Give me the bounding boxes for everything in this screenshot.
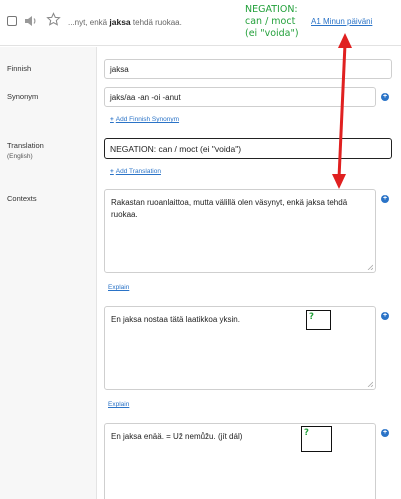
finnish-label: Finnish bbox=[7, 64, 32, 73]
resize-handle-icon[interactable] bbox=[367, 264, 373, 270]
question-marker: ? bbox=[306, 310, 331, 330]
translation-label: Translation (English) bbox=[7, 140, 44, 162]
select-checkbox[interactable] bbox=[7, 16, 17, 26]
synonym-field[interactable]: jaks/aa -an -oi -anut bbox=[104, 87, 376, 107]
lesson-link[interactable]: A1 Minun päiväni bbox=[311, 17, 372, 26]
add-context-plus-icon[interactable]: + bbox=[381, 195, 389, 203]
annotation-line: NEGATION: bbox=[245, 4, 298, 15]
context-snippet: ...nyt, enkä jaksa tehdä ruokaa. bbox=[68, 17, 182, 27]
context-textarea[interactable]: En jaksa enää. = Už nemůžu. (jít dál) bbox=[104, 423, 376, 499]
add-context-plus-icon[interactable]: + bbox=[381, 429, 389, 437]
snippet-prefix: ...nyt, enkä bbox=[68, 18, 108, 27]
translation-label-text: Translation bbox=[7, 141, 44, 150]
label-column bbox=[0, 47, 97, 499]
add-synonym-label: Add Finnish Synonym bbox=[115, 116, 180, 123]
star-icon[interactable] bbox=[46, 12, 61, 27]
translation-field[interactable]: NEGATION: can / moct (ei "voida") bbox=[104, 138, 392, 159]
snippet-suffix: tehdä ruokaa. bbox=[132, 18, 182, 27]
annotation-line: (ei "voida") bbox=[245, 28, 299, 39]
context-text: En jaksa nostaa tätä laatikkoa yksin. bbox=[111, 315, 240, 324]
context-textarea[interactable]: Rakastan ruoanlaittoa, mutta välillä ole… bbox=[104, 189, 376, 273]
explain-link[interactable]: Explain bbox=[108, 284, 129, 291]
add-synonym-plus-icon[interactable]: + bbox=[381, 93, 389, 101]
explain-link[interactable]: Explain bbox=[108, 401, 129, 408]
add-translation-link[interactable]: + Add Translation bbox=[110, 168, 161, 175]
question-marker: ? bbox=[301, 426, 332, 452]
snippet-word: jaksa bbox=[109, 17, 131, 27]
add-translation-label: Add Translation bbox=[115, 168, 161, 175]
add-context-plus-icon[interactable]: + bbox=[381, 312, 389, 320]
word-header: ...nyt, enkä jaksa tehdä ruokaa. NEGATIO… bbox=[0, 0, 401, 46]
context-text: Rakastan ruoanlaittoa, mutta välillä ole… bbox=[111, 198, 348, 219]
contexts-label: Contexts bbox=[7, 194, 37, 203]
resize-handle-icon[interactable] bbox=[367, 381, 373, 387]
speaker-icon[interactable] bbox=[24, 14, 38, 28]
translation-sublabel: (English) bbox=[7, 153, 33, 160]
add-synonym-link[interactable]: + Add Finnish Synonym bbox=[110, 116, 179, 123]
synonym-label: Synonym bbox=[7, 92, 39, 101]
annotation-line: can / moct bbox=[245, 16, 296, 27]
handwritten-annotation: NEGATION: can / moct (ei "voida") bbox=[245, 4, 315, 40]
finnish-field[interactable]: jaksa bbox=[104, 59, 392, 79]
context-text: En jaksa enää. = Už nemůžu. (jít dál) bbox=[111, 432, 243, 441]
context-textarea[interactable]: En jaksa nostaa tätä laatikkoa yksin. bbox=[104, 306, 376, 390]
